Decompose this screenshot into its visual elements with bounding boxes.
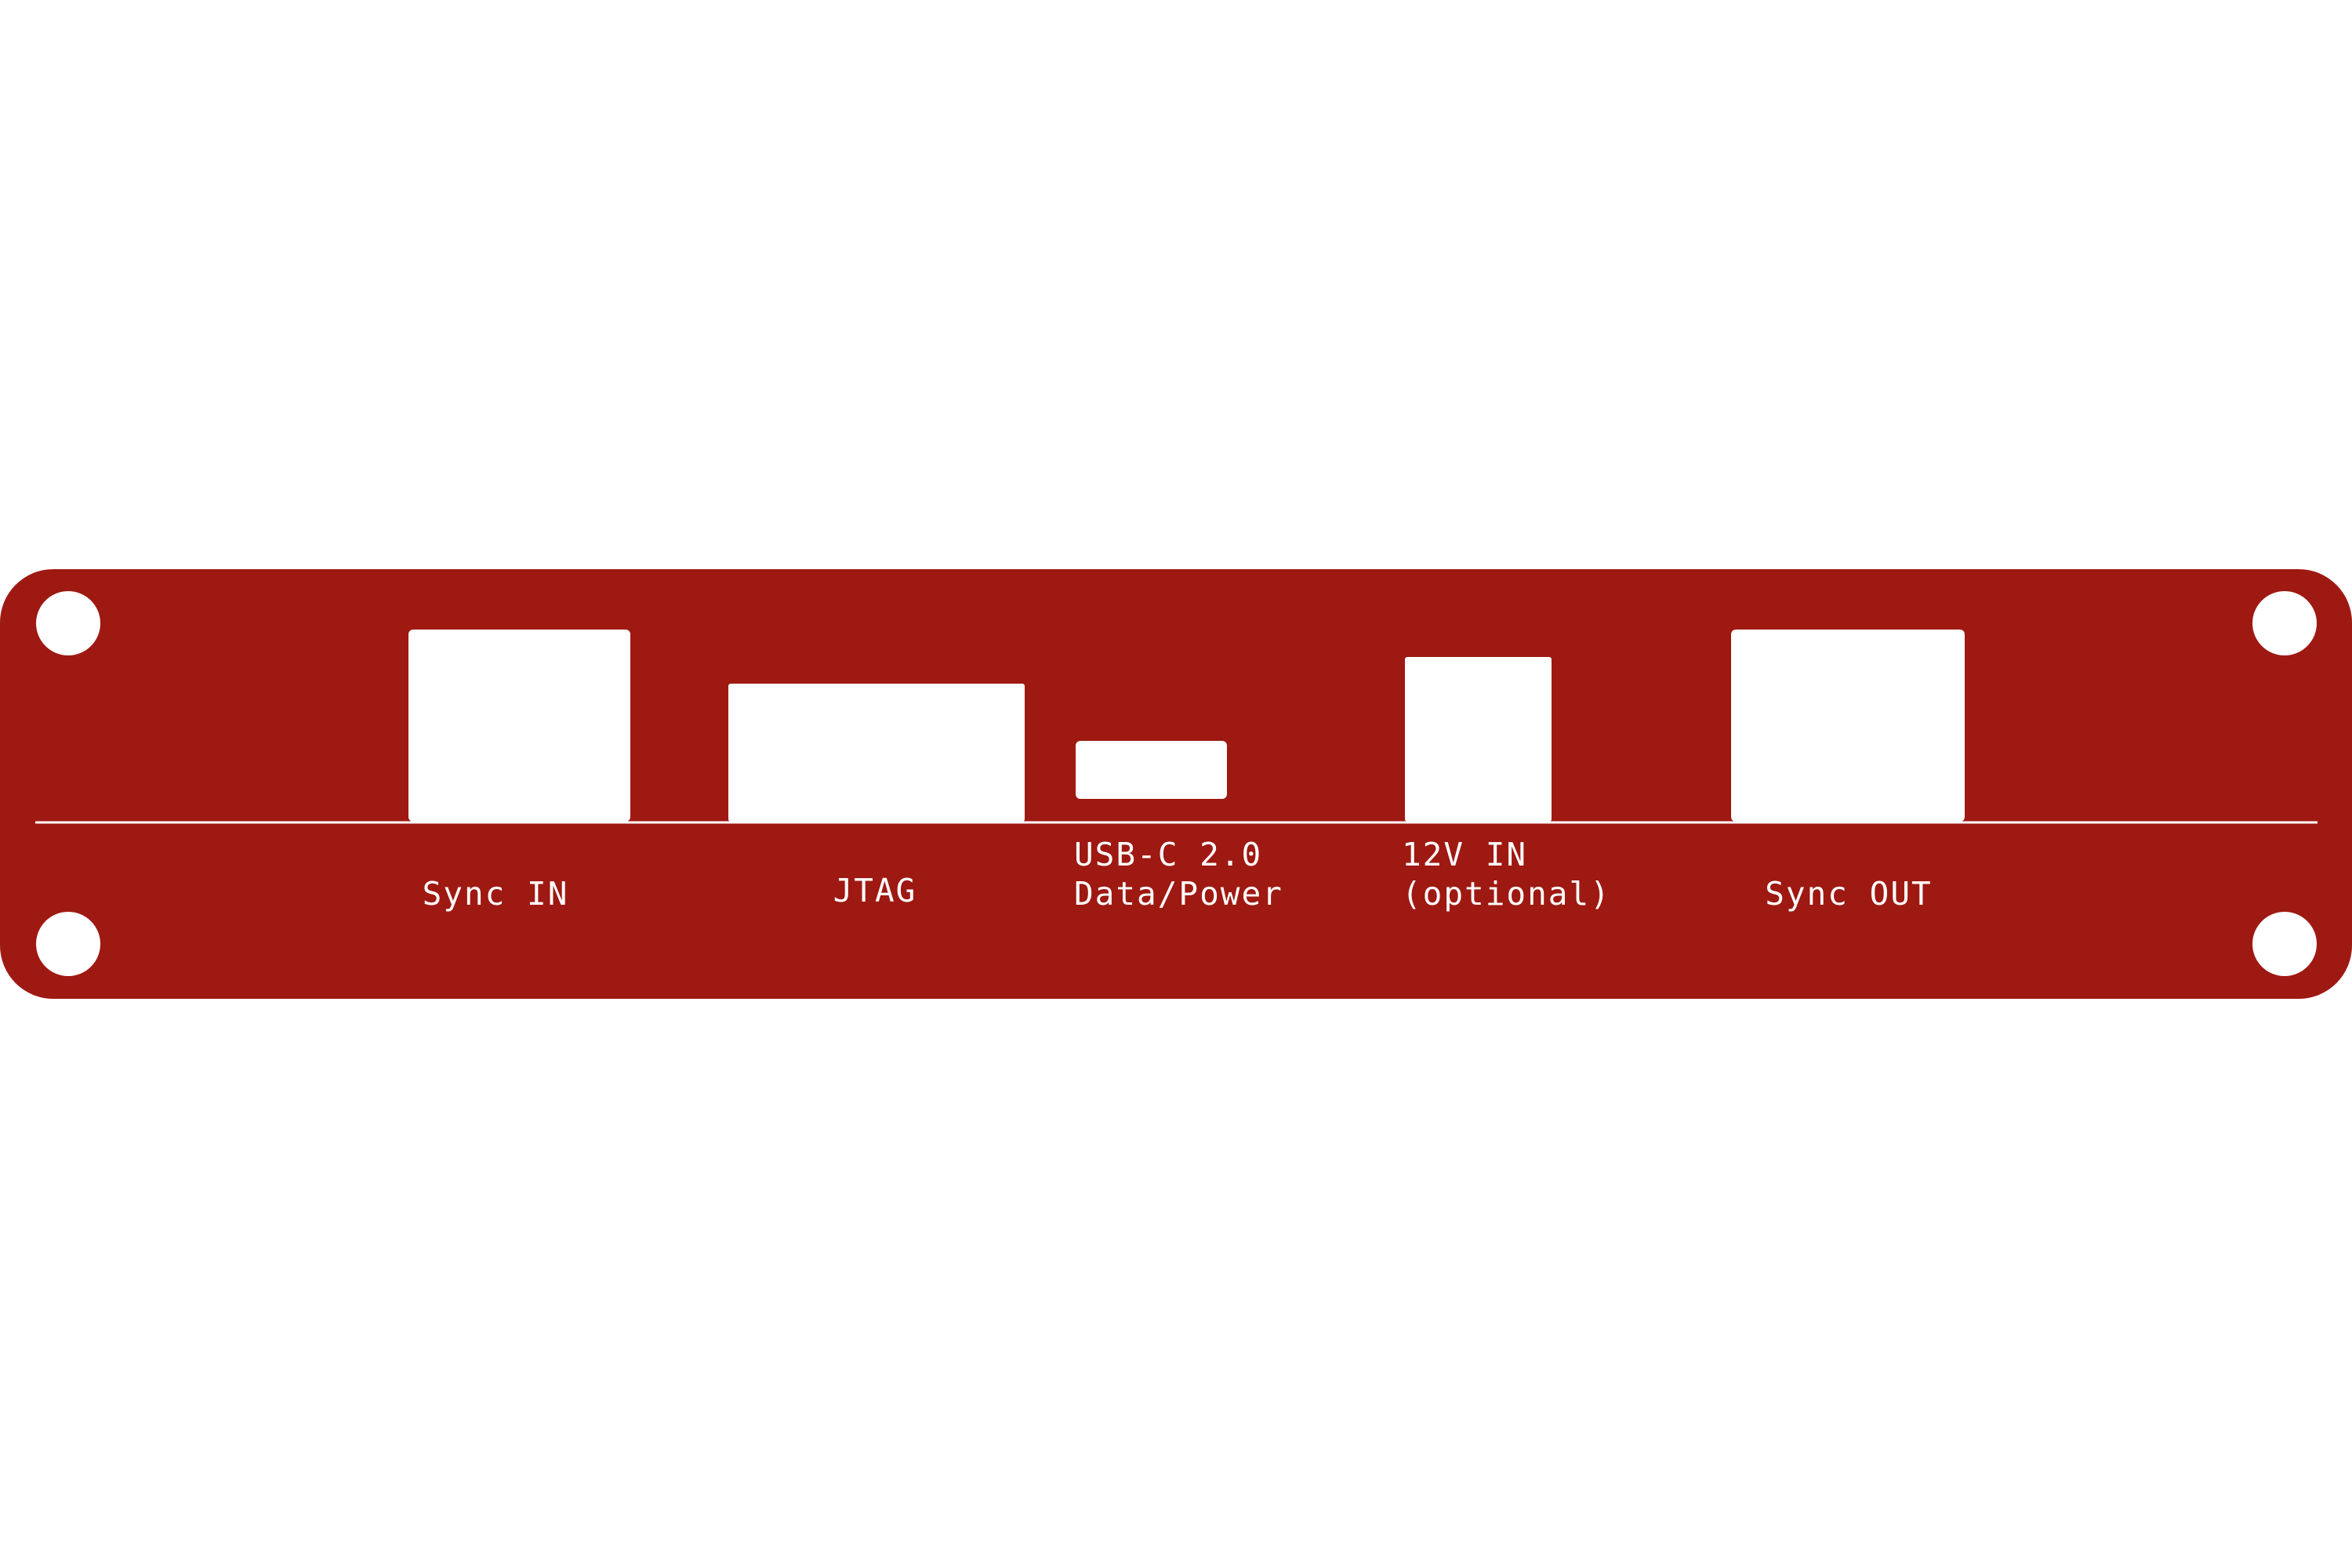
label-usb-c-line2: Data/Power (1074, 875, 1283, 913)
label-12v-line1: 12V IN (1402, 836, 1527, 873)
label-usb-c-line1: USB-C 2.0 (1074, 836, 1262, 873)
label-sync-in: Sync IN (423, 875, 569, 913)
mounting-hole-top-left (36, 591, 100, 655)
sync-out-cutout (1731, 630, 1965, 822)
jtag-cutout (728, 684, 1025, 822)
sync-in-cutout (408, 630, 630, 822)
power-12v-cutout (1405, 657, 1552, 822)
label-jtag: JTAG (833, 872, 917, 909)
label-12v-line2: (optional) (1402, 875, 1611, 913)
mounting-hole-bottom-right (2252, 912, 2317, 976)
mounting-hole-bottom-left (36, 912, 100, 976)
mounting-hole-top-right (2252, 591, 2317, 655)
usb-c-cutout (1076, 741, 1227, 799)
label-sync-out: Sync OUT (1765, 875, 1932, 913)
front-panel-drawing: Sync IN JTAG USB-C 2.0 Data/Power 12V IN… (0, 569, 2352, 999)
